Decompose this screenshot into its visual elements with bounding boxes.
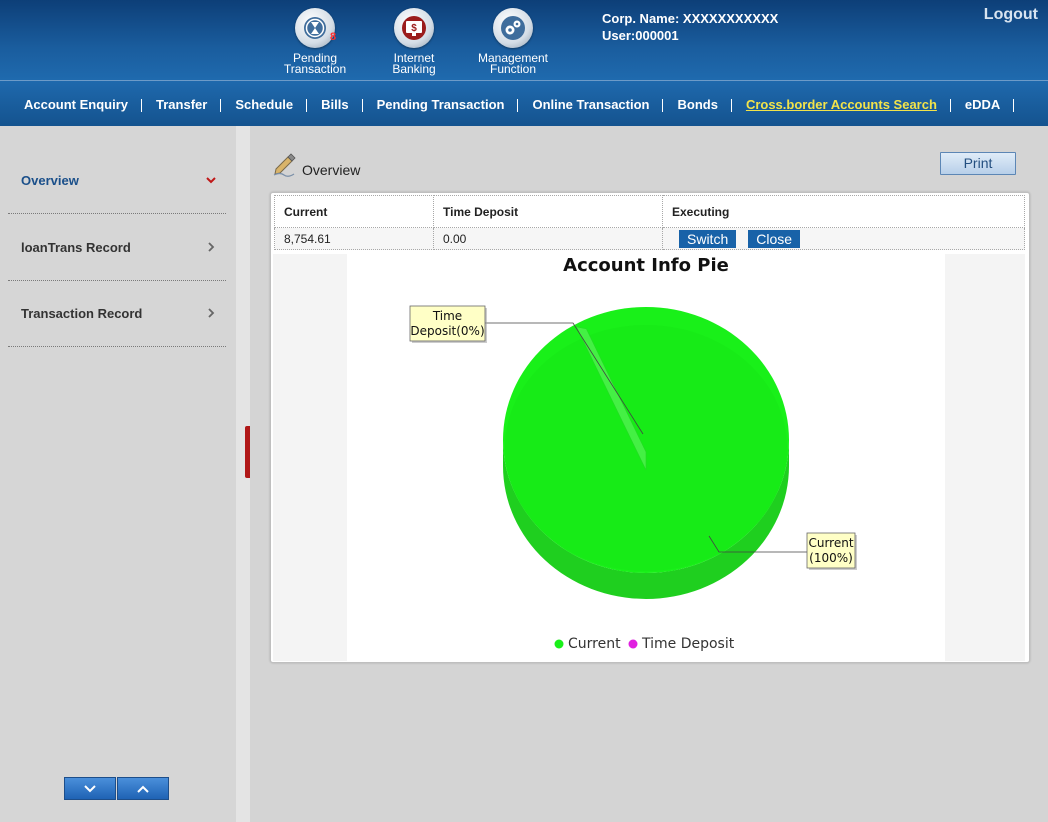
column-header-current: Current [274, 195, 434, 228]
callout-line: Time [432, 309, 462, 323]
nav-transfer[interactable]: Transfer [142, 97, 222, 112]
monitor-dollar-icon: $ [394, 8, 434, 48]
chevron-right-icon [208, 308, 215, 318]
pie-chart-svg: Account Info Pie TimeDeposit(0%)Current(… [409, 255, 857, 652]
chevron-right-icon [208, 242, 215, 252]
main-nav: Account Enquiry Transfer Schedule Bills … [0, 80, 1048, 126]
time-deposit-balance: 0.00 [433, 227, 663, 250]
column-header-executing: Executing [662, 195, 1025, 228]
nav-pending-transaction[interactable]: Pending Transaction [363, 97, 519, 112]
current-balance: 8,754.61 [274, 227, 434, 250]
svg-text:$: $ [411, 23, 417, 34]
switch-button[interactable]: Switch [679, 229, 737, 248]
callout-line: (100%) [809, 551, 853, 565]
nav-cross-border-accounts-search[interactable]: Cross.border Accounts Search [732, 97, 951, 112]
legend-marker [628, 639, 638, 649]
print-button[interactable]: Print [940, 152, 1016, 175]
chart-margin [273, 254, 347, 661]
sidebar-item-label: Overview [21, 172, 79, 188]
callout-line: Current [808, 536, 853, 550]
scroll-down-button[interactable] [64, 777, 116, 800]
legend-label: Current [568, 636, 621, 652]
account-info-pie-chart: Account Info Pie Time Deposit(0%) Current(… [347, 254, 945, 661]
user-id: User:000001 [602, 28, 679, 43]
executing-actions: Switch Close [662, 227, 1025, 250]
pending-transaction-shortcut[interactable]: 8 Pending Transaction [270, 8, 360, 75]
nav-schedule[interactable]: Schedule [221, 97, 307, 112]
chevron-up-icon [137, 785, 149, 793]
account-summary-table: Current Time Deposit Executing 8,754.61 … [274, 195, 1025, 250]
sidebar-scroll-buttons [64, 777, 169, 800]
internet-banking-shortcut[interactable]: $ Internet Banking [369, 8, 459, 75]
management-function-shortcut[interactable]: Management Function [468, 8, 558, 75]
page-title: Overview [302, 162, 361, 178]
shortcut-label: Transaction [283, 62, 347, 76]
header-bar: 8 Pending Transaction $ Internet Banking [0, 0, 1048, 80]
corp-name: Corp. Name: XXXXXXXXXXX [602, 11, 779, 26]
gears-icon [493, 8, 533, 48]
chart-title: Account Info Pie [563, 255, 729, 276]
nav-bills[interactable]: Bills [307, 97, 364, 112]
sidebar-item-label: Transaction Record [21, 305, 143, 321]
chevron-down-icon [206, 177, 216, 184]
sidebar-item-label: loanTrans Record [21, 239, 131, 255]
logout-link[interactable]: Logout [984, 6, 1038, 24]
shortcut-label: Function [489, 62, 537, 76]
sidebar-item-loantrans-record[interactable]: loanTrans Record [8, 214, 226, 281]
sidebar-item-transaction-record[interactable]: Transaction Record [8, 280, 226, 347]
nav-edda[interactable]: eDDA [951, 97, 1015, 112]
nav-bonds[interactable]: Bonds [663, 97, 733, 112]
chart-margin [945, 254, 1025, 661]
sidebar: Overview loanTrans Record Transaction Re… [0, 126, 236, 822]
nav-account-enquiry[interactable]: Account Enquiry [10, 97, 143, 112]
close-button[interactable]: Close [748, 229, 801, 248]
user-info: Corp. Name: XXXXXXXXXXX User:000001 [602, 10, 778, 44]
callout-line: Deposit(0%) [410, 324, 484, 338]
chevron-down-icon [84, 784, 96, 792]
edit-pencil-icon [273, 153, 296, 177]
page-header: Overview [272, 152, 360, 178]
pending-count-badge: 8 [330, 31, 337, 43]
legend-label: Time Deposit [641, 636, 735, 652]
scroll-up-button[interactable] [117, 777, 169, 800]
pie-slice-shading [505, 325, 787, 571]
table-row: 8,754.61 0.00 Switch Close [274, 227, 1025, 250]
nav-online-transaction[interactable]: Online Transaction [518, 97, 664, 112]
hourglass-icon [295, 8, 335, 48]
shortcut-label: Banking [392, 62, 436, 76]
column-header-time-deposit: Time Deposit [433, 195, 663, 228]
legend-marker [554, 639, 564, 649]
sidebar-item-overview[interactable]: Overview [8, 147, 226, 214]
